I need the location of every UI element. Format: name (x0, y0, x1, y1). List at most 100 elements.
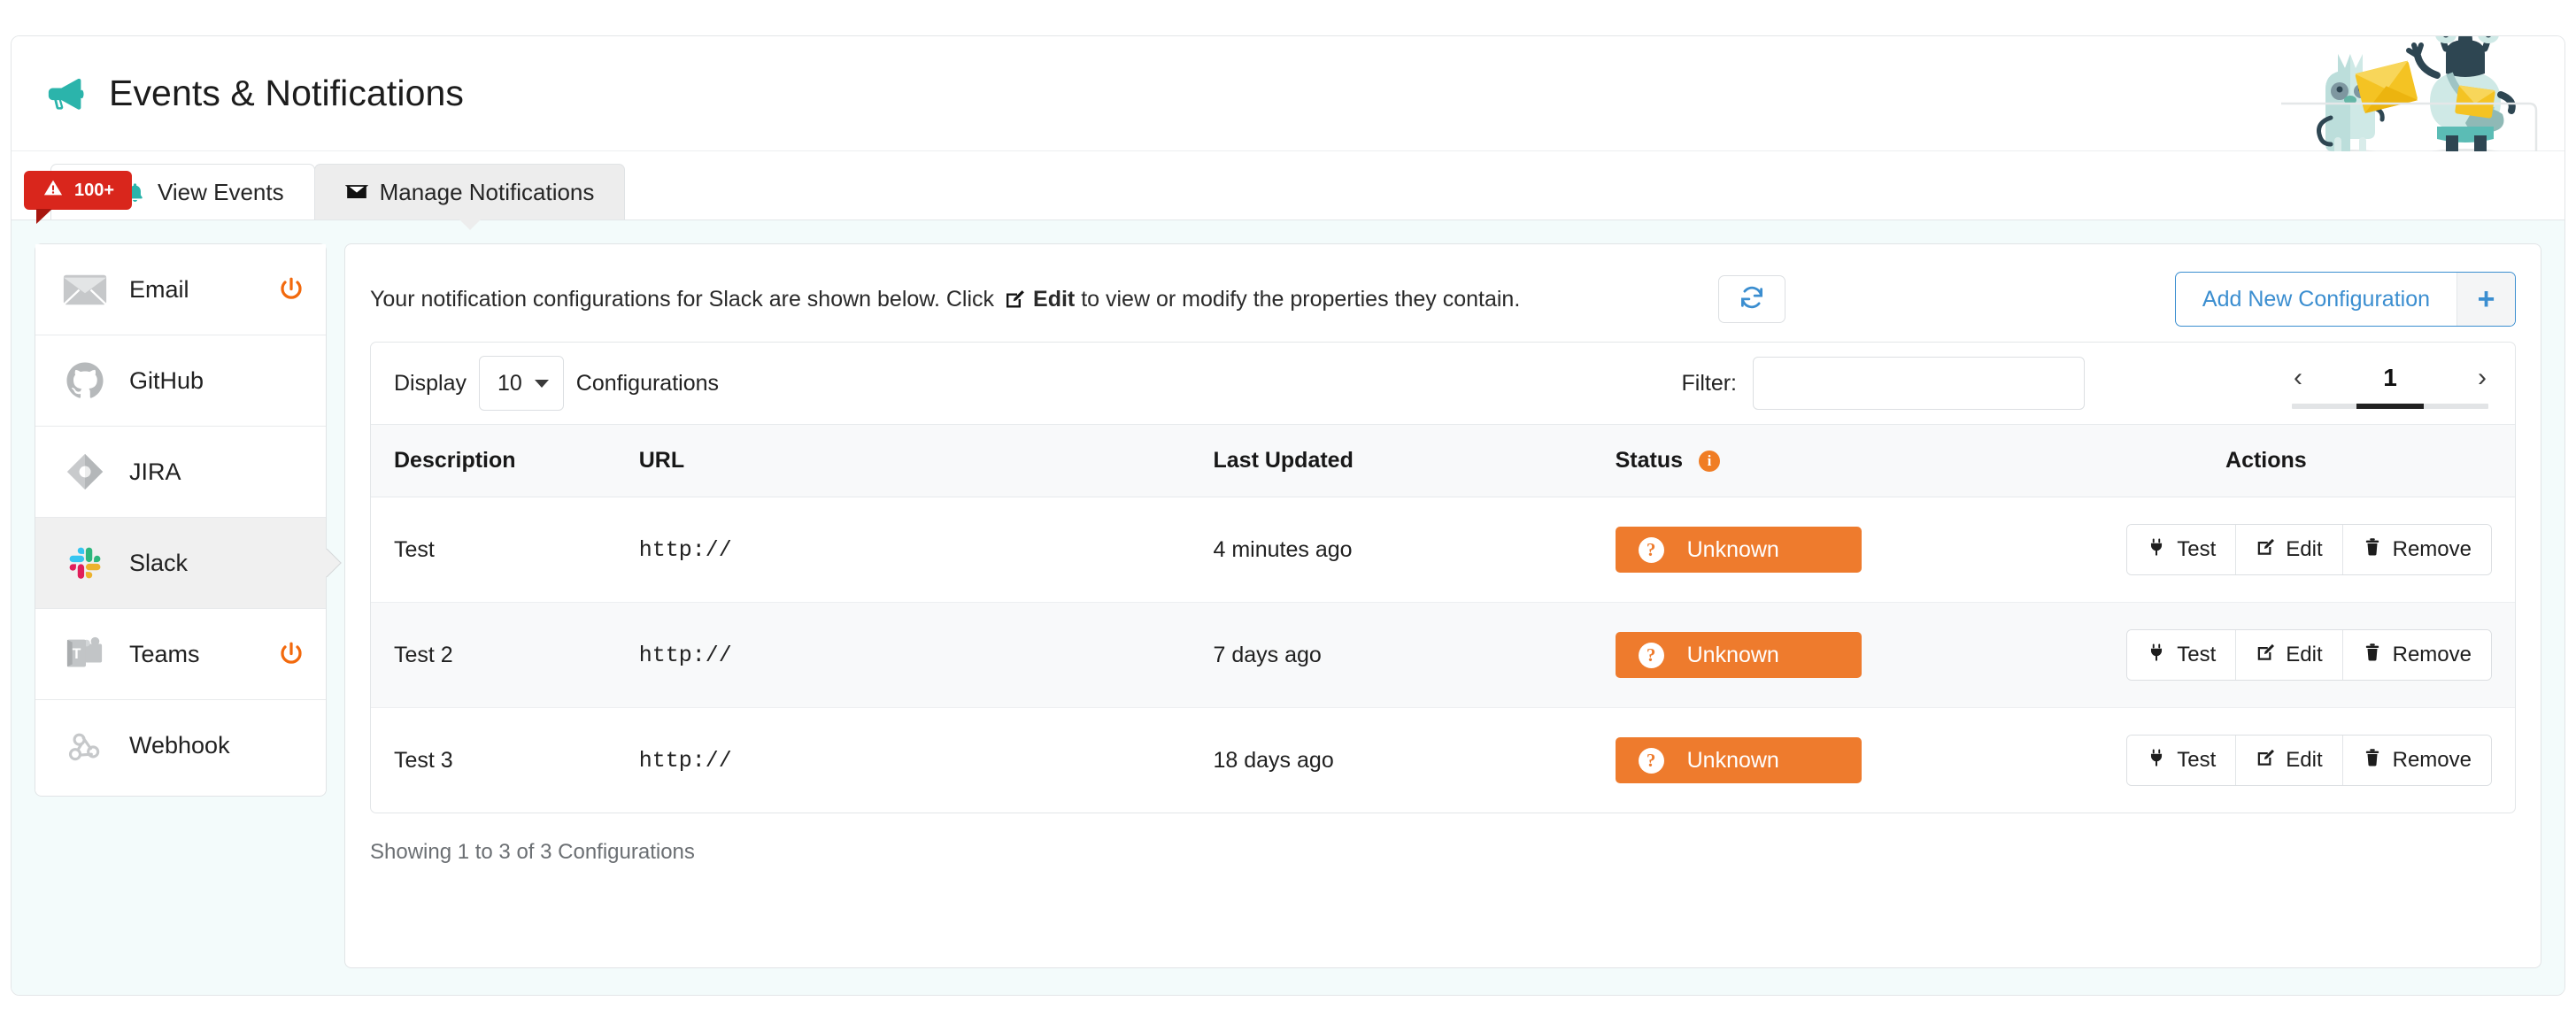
remove-button-label: Remove (2393, 748, 2472, 773)
edit-button[interactable]: Edit (2236, 630, 2342, 680)
plug-icon (2147, 537, 2166, 563)
filter-label: Filter: (1682, 371, 1738, 397)
email-icon (60, 269, 110, 310)
trash-icon (2363, 643, 2382, 668)
sidebar-item-slack[interactable]: Slack (35, 518, 326, 609)
cell-url: http:// (639, 497, 1214, 603)
page-header: Events & Notifications (12, 36, 2564, 151)
sidebar-item-jira-label: JIRA (129, 458, 305, 486)
jira-icon (60, 451, 110, 492)
plus-icon: + (2456, 273, 2515, 326)
plug-icon (2147, 643, 2166, 668)
panel-description-edit-word: Edit (1033, 287, 1075, 312)
page-size-select[interactable]: 10 (479, 356, 564, 411)
cell-url: http:// (639, 603, 1214, 708)
add-new-configuration-button[interactable]: Add New Configuration + (2175, 272, 2516, 327)
configurations-label: Configurations (576, 371, 719, 397)
panel-description: Your notification configurations for Sla… (370, 287, 1718, 312)
edit-button-label: Edit (2286, 537, 2322, 562)
configurations-table: Description URL Last Updated Status i Ac… (371, 424, 2515, 813)
power-icon[interactable] (278, 276, 305, 303)
sidebar-item-github[interactable]: GitHub (35, 335, 326, 427)
filter-input[interactable] (1753, 357, 2085, 410)
chevron-down-icon (535, 380, 549, 388)
table-row: Test http:// 4 minutes ago ? Unknown (371, 497, 2515, 603)
events-notifications-page: Events & Notifications (11, 35, 2565, 996)
sidebar-item-email-label: Email (129, 276, 278, 304)
status-badge-label: Unknown (1687, 537, 1779, 563)
test-button[interactable]: Test (2127, 525, 2236, 574)
status-badge-label: Unknown (1687, 643, 1779, 668)
page-title: Events & Notifications (109, 73, 464, 114)
pagination-next-button[interactable]: › (2472, 365, 2492, 391)
panel-description-suffix: to view or modify the properties they co… (1081, 287, 1520, 312)
refresh-button[interactable] (1718, 275, 1785, 323)
pagination-scrollbar-thumb[interactable] (2356, 404, 2423, 409)
sidebar-item-email[interactable]: Email (35, 244, 326, 335)
status-badge[interactable]: ? Unknown (1616, 632, 1862, 678)
pagination-page-1[interactable]: 1 (2383, 364, 2397, 392)
test-button[interactable]: Test (2127, 736, 2236, 785)
tab-manage-notifications-label: Manage Notifications (380, 179, 595, 206)
edit-button[interactable]: Edit (2236, 736, 2342, 785)
configurations-panel: Your notification configurations for Sla… (344, 243, 2541, 968)
column-header-description[interactable]: Description (371, 425, 639, 497)
cell-url: http:// (639, 708, 1214, 813)
test-button-label: Test (2177, 537, 2216, 562)
cell-actions: Test (2017, 708, 2515, 813)
column-header-status[interactable]: Status i (1616, 425, 2017, 497)
cell-actions: Test (2017, 497, 2515, 603)
page-body: Email GitHub (12, 220, 2564, 995)
trash-icon (2363, 537, 2382, 563)
question-mark-icon: ? (1639, 537, 1664, 563)
column-header-url[interactable]: URL (639, 425, 1214, 497)
cell-last-updated: 7 days ago (1214, 603, 1616, 708)
channel-sidebar: Email GitHub (35, 243, 327, 797)
column-header-status-label: Status (1616, 448, 1683, 473)
column-header-last-updated[interactable]: Last Updated (1214, 425, 1616, 497)
edit-icon (2256, 748, 2275, 774)
remove-button-label: Remove (2393, 643, 2472, 667)
pagination-prev-button[interactable]: ‹ (2288, 365, 2308, 391)
sidebar-item-webhook[interactable]: Webhook (35, 700, 326, 791)
table-controls: Display 10 Configurations Filter: (371, 343, 2515, 424)
active-tab-caret (459, 220, 481, 230)
power-icon[interactable] (278, 641, 305, 667)
edit-button[interactable]: Edit (2236, 525, 2342, 574)
panel-toolbar: Your notification configurations for Sla… (370, 266, 2516, 333)
edit-icon (2256, 537, 2275, 563)
sidebar-item-jira[interactable]: JIRA (35, 427, 326, 518)
slack-icon (60, 543, 110, 583)
tab-view-events-label: View Events (158, 179, 284, 206)
cell-last-updated: 18 days ago (1214, 708, 1616, 813)
github-icon (60, 360, 110, 401)
webhook-icon (60, 726, 110, 766)
warning-triangle-icon (43, 178, 63, 203)
events-count-badge[interactable]: 100+ (24, 171, 132, 210)
cell-description: Test (371, 497, 639, 603)
row-actions-group: Test (2126, 735, 2492, 786)
add-new-configuration-label: Add New Configuration (2176, 273, 2456, 326)
info-icon[interactable]: i (1699, 451, 1720, 472)
sidebar-item-webhook-label: Webhook (129, 732, 305, 759)
remove-button[interactable]: Remove (2343, 736, 2491, 785)
table-body: Test http:// 4 minutes ago ? Unknown (371, 497, 2515, 813)
tab-manage-notifications[interactable]: Manage Notifications (314, 164, 626, 220)
table-row: Test 2 http:// 7 days ago ? Unknown (371, 603, 2515, 708)
panel-description-prefix: Your notification configurations for Sla… (370, 287, 994, 312)
question-mark-icon: ? (1639, 748, 1664, 774)
status-badge[interactable]: ? Unknown (1616, 527, 1862, 573)
plug-icon (2147, 748, 2166, 774)
cell-description: Test 3 (371, 708, 639, 813)
sidebar-item-github-label: GitHub (129, 367, 305, 395)
status-badge[interactable]: ? Unknown (1616, 737, 1862, 783)
pagination-scrollbar[interactable] (2292, 404, 2488, 409)
remove-button[interactable]: Remove (2343, 630, 2491, 680)
edit-icon (2256, 643, 2275, 668)
cell-status: ? Unknown (1616, 497, 2017, 603)
filter-group: Filter: (1682, 357, 2086, 410)
table-header-row: Description URL Last Updated Status i Ac… (371, 425, 2515, 497)
test-button[interactable]: Test (2127, 630, 2236, 680)
sidebar-item-teams[interactable]: T Teams (35, 609, 326, 700)
remove-button[interactable]: Remove (2343, 525, 2491, 574)
